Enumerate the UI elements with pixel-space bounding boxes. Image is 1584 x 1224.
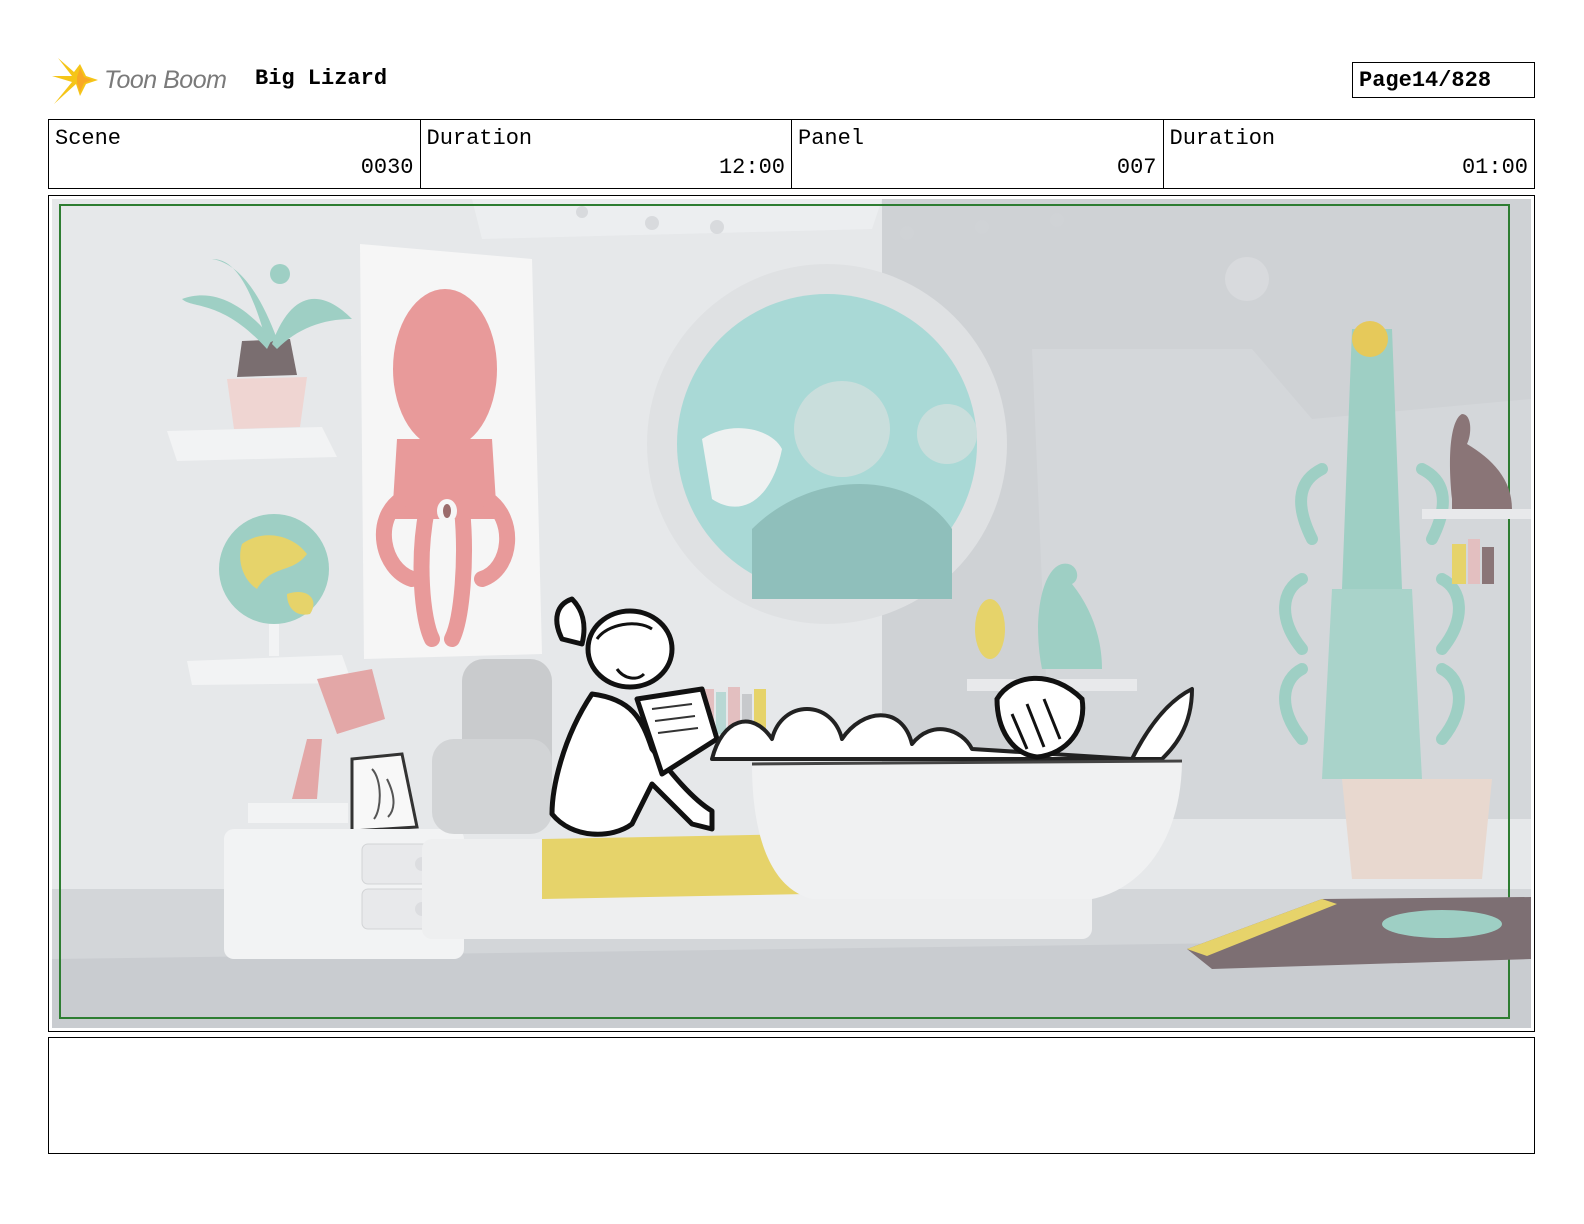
scene-duration-label: Duration [426, 126, 533, 151]
toon-boom-star-icon [52, 58, 98, 104]
panel-value: 007 [1116, 155, 1157, 180]
toon-boom-logo: Toon Boom [50, 52, 227, 108]
scene-label: Scene [55, 126, 122, 151]
page-indicator: Page 14/828 [1352, 62, 1535, 98]
storyboard-panel [48, 195, 1535, 1032]
scene-value: 0030 [360, 155, 414, 180]
panel-artwork [52, 199, 1531, 1028]
panel-label: Panel [798, 126, 865, 151]
scene-duration-cell: Duration 12:00 [421, 120, 792, 188]
scene-info-table: Scene 0030 Duration 12:00 Panel 007 Dura… [48, 119, 1535, 189]
panel-notes-box [48, 1037, 1535, 1154]
page-label: Page [1359, 67, 1412, 93]
panel-duration-label: Duration [1169, 126, 1276, 151]
panel-duration-cell: Duration 01:00 [1164, 120, 1535, 188]
panel-cell: Panel 007 [792, 120, 1164, 188]
logo-text: Toon Boom [104, 65, 227, 94]
project-title: Big Lizard [255, 66, 388, 91]
page-number: 14/828 [1411, 67, 1492, 93]
panel-duration-value: 01:00 [1461, 155, 1528, 180]
scene-duration-value: 12:00 [718, 155, 785, 180]
scene-cell: Scene 0030 [49, 120, 421, 188]
bedroom-scene-illustration [52, 199, 1531, 1028]
